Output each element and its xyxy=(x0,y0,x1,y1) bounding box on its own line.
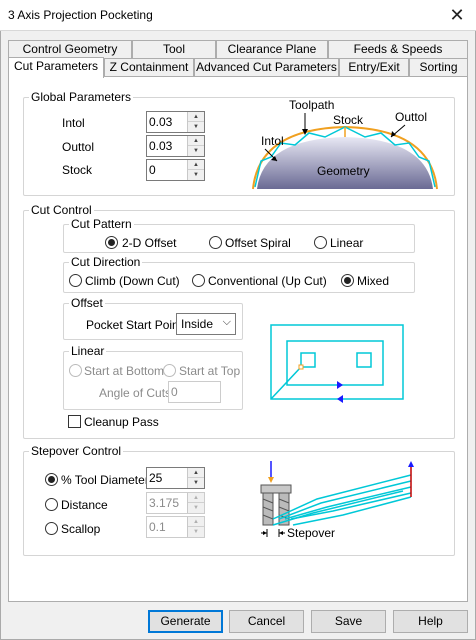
scallop-stepper[interactable]: 0.1 ▲ ▼ xyxy=(146,516,205,538)
stepover-passes xyxy=(272,474,412,526)
toolpath-diagram-label: Toolpath xyxy=(289,99,334,112)
spin-down-icon[interactable]: ▼ xyxy=(188,478,204,488)
outtol-diagram-label: Outtol xyxy=(395,110,427,124)
spin-down-icon[interactable]: ▼ xyxy=(188,146,204,156)
scallop-value: 0.1 xyxy=(149,520,166,534)
geometry-diagram-label: Geometry xyxy=(317,164,370,178)
stock-label: Stock xyxy=(62,163,93,177)
spin-up-icon[interactable]: ▲ xyxy=(188,136,204,146)
distance-value: 3.175 xyxy=(149,496,180,510)
spin-down-icon[interactable]: ▼ xyxy=(188,170,204,180)
chevron-down-icon: ⌵ xyxy=(222,316,231,328)
radio-conventional[interactable] xyxy=(192,274,205,287)
stepover-diagram: Stepover xyxy=(260,461,414,540)
label-conventional: Conventional (Up Cut) xyxy=(208,274,327,288)
tool-down-arrow-icon xyxy=(268,477,274,483)
cancel-button[interactable]: Cancel xyxy=(229,610,304,633)
linear-legend: Linear xyxy=(71,344,105,358)
tolerance-diagram: Toolpath Stock Outtol Intol Geometry xyxy=(252,99,438,190)
label-start-at-bottom: Start at Bottom xyxy=(84,364,165,378)
tool-diameter-value: 25 xyxy=(149,471,163,485)
tab-sorting[interactable]: Sorting xyxy=(409,58,468,76)
offset-legend: Offset xyxy=(71,296,103,310)
spin-down-icon[interactable]: ▼ xyxy=(188,122,204,132)
direction-arrow-icon xyxy=(337,395,343,403)
radio-distance[interactable] xyxy=(45,498,58,511)
start-point-icon xyxy=(298,364,304,370)
tab-entry-exit[interactable]: Entry/Exit xyxy=(339,58,409,76)
label-linear: Linear xyxy=(330,236,364,250)
pocket-start-point-label: Pocket Start Point xyxy=(86,318,183,332)
intol-stepper[interactable]: 0.03 ▲ ▼ xyxy=(146,111,205,133)
pocket-start-point-value: Inside xyxy=(181,317,214,331)
radio-climb[interactable] xyxy=(69,274,82,287)
spin-up-icon[interactable]: ▲ xyxy=(188,468,204,478)
tool-diameter-label: % Tool Diameter xyxy=(61,473,149,487)
close-icon[interactable]: ✕ xyxy=(444,4,470,26)
tab-z-containment[interactable]: Z Containment xyxy=(104,58,194,76)
tab-tool[interactable]: Tool xyxy=(132,40,216,58)
radio-start-at-bottom[interactable] xyxy=(69,364,82,377)
distance-label: Distance xyxy=(61,498,108,512)
label-mixed: Mixed xyxy=(357,274,390,288)
radio-offset-spiral[interactable] xyxy=(209,236,222,249)
intol-label: Intol xyxy=(62,116,85,130)
stepover-diagram-label: Stepover xyxy=(287,526,335,540)
cut-pattern-legend: Cut Pattern xyxy=(71,217,132,231)
save-button[interactable]: Save xyxy=(311,610,386,633)
tab-cut-parameters[interactable]: Cut Parameters xyxy=(8,57,104,78)
radio-start-at-top[interactable] xyxy=(163,364,176,377)
retract-arrow-icon xyxy=(408,461,414,467)
cut-direction-legend: Cut Direction xyxy=(71,255,141,269)
stock-diagram-label: Stock xyxy=(333,113,364,127)
cut-parameters-panel: Global Parameters Intol 0.03 ▲ ▼ Outtol 0… xyxy=(8,76,468,602)
generate-button[interactable]: Generate xyxy=(148,610,223,633)
stepover-arrow-icon xyxy=(263,531,267,535)
direction-arrow-icon xyxy=(337,381,343,389)
angle-of-cuts-value: 0 xyxy=(171,385,178,399)
spin-up-icon[interactable]: ▲ xyxy=(188,160,204,170)
stock-stepper[interactable]: 0 ▲ ▼ xyxy=(146,159,205,181)
spin-up-icon[interactable]: ▲ xyxy=(188,517,204,527)
tab-control-geometry[interactable]: Control Geometry xyxy=(8,40,132,58)
stepover-control-legend: Stepover Control xyxy=(31,444,122,458)
radio-mixed[interactable] xyxy=(341,274,354,287)
distance-stepper[interactable]: 3.175 ▲ ▼ xyxy=(146,492,205,514)
window-title: 3 Axis Projection Pocketing xyxy=(8,8,153,22)
outtol-label: Outtol xyxy=(62,140,95,154)
angle-of-cuts-stepper[interactable]: 0 xyxy=(168,381,221,403)
spin-up-icon[interactable]: ▲ xyxy=(188,493,204,503)
pocket-start-point-select[interactable]: Inside ⌵ xyxy=(176,313,236,335)
outtol-value: 0.03 xyxy=(149,139,173,153)
tab-advanced-cut-parameters[interactable]: Advanced Cut Parameters xyxy=(194,58,339,76)
title-bar: 3 Axis Projection Pocketing ✕ xyxy=(0,0,476,31)
spin-up-icon[interactable]: ▲ xyxy=(188,112,204,122)
angle-of-cuts-label: Angle of Cuts xyxy=(99,386,172,400)
radio-2d-offset[interactable] xyxy=(105,236,118,249)
radio-linear[interactable] xyxy=(314,236,327,249)
tab-clearance-plane[interactable]: Clearance Plane xyxy=(216,40,328,58)
label-climb: Climb (Down Cut) xyxy=(85,274,180,288)
tab-feeds-speeds[interactable]: Feeds & Speeds xyxy=(328,40,468,58)
intol-value: 0.03 xyxy=(149,115,173,129)
scallop-label: Scallop xyxy=(61,522,101,536)
tool-diameter-stepper[interactable]: 25 ▲ ▼ xyxy=(146,467,205,489)
label-start-at-top: Start at Top xyxy=(179,364,241,378)
intol-diagram-label: Intol xyxy=(261,134,284,148)
outtol-stepper[interactable]: 0.03 ▲ ▼ xyxy=(146,135,205,157)
pocket-offset-diagram xyxy=(270,324,404,403)
label-2d-offset: 2-D Offset xyxy=(122,236,177,250)
cut-control-legend: Cut Control xyxy=(31,203,92,217)
radio-scallop[interactable] xyxy=(45,522,58,535)
island-right xyxy=(356,352,372,368)
radio-tool-diameter[interactable] xyxy=(45,473,58,486)
stock-value: 0 xyxy=(149,163,156,177)
spin-down-icon[interactable]: ▼ xyxy=(188,527,204,537)
label-offset-spiral: Offset Spiral xyxy=(225,236,291,250)
global-parameters-legend: Global Parameters xyxy=(31,90,132,104)
cleanup-pass-label: Cleanup Pass xyxy=(84,415,159,429)
spin-down-icon[interactable]: ▼ xyxy=(188,503,204,513)
cleanup-pass-checkbox[interactable] xyxy=(68,415,81,428)
help-button[interactable]: Help xyxy=(393,610,468,633)
